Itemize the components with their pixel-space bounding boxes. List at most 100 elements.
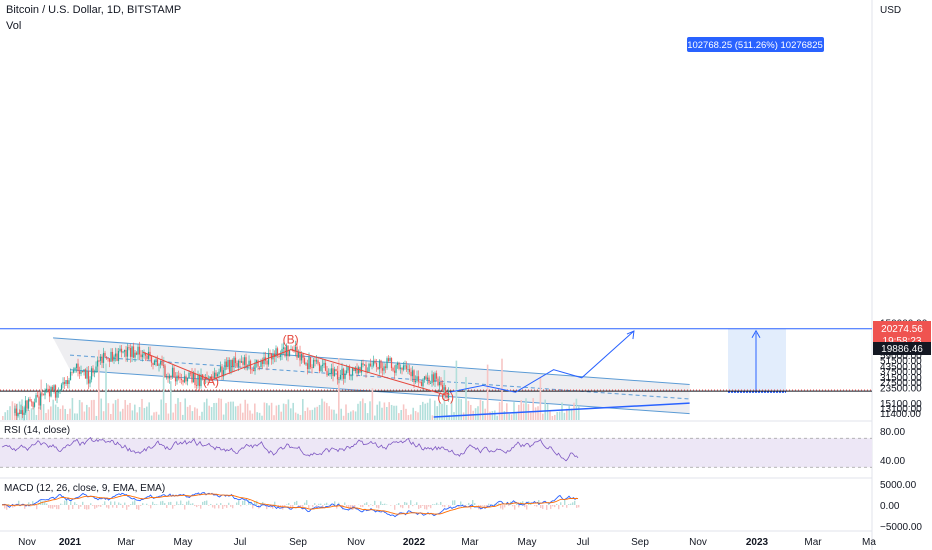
macd-histogram-bar	[524, 505, 526, 508]
volume-bar	[357, 403, 359, 420]
macd-histogram-bar	[564, 500, 566, 505]
volume-bar	[174, 403, 177, 420]
macd-histogram-bar	[422, 505, 424, 506]
macd-histogram-bar	[472, 500, 474, 505]
macd-histogram-bar	[88, 505, 90, 510]
volume-bar	[345, 404, 347, 420]
macd-histogram-bar	[78, 505, 80, 509]
macd-histogram-bar	[426, 505, 428, 510]
macd-histogram-bar	[186, 501, 188, 505]
volume-bar	[465, 376, 467, 420]
volume-bar	[470, 404, 472, 420]
volume-bar	[534, 407, 537, 420]
macd-histogram-bar	[568, 504, 570, 505]
candle-body	[36, 395, 39, 397]
candle-body	[336, 371, 339, 380]
macd-histogram-bar	[304, 502, 306, 505]
volume-bar	[326, 402, 328, 420]
volume-bar	[138, 407, 141, 420]
macd-histogram-bar	[94, 505, 96, 509]
candle-body	[102, 352, 105, 363]
macd-histogram-bar	[364, 503, 366, 505]
candle-body	[147, 351, 150, 359]
macd-histogram-bar	[164, 503, 166, 505]
macd-tick-label: 5000.00	[880, 480, 917, 491]
volume-bar	[102, 411, 105, 420]
price-chart[interactable]: Nov 2021 Mar May Jul Sep Nov 2022 Mar May Jul Sep No…	[0, 0, 932, 550]
candle-body	[116, 353, 118, 361]
candle-body	[18, 412, 21, 414]
candle-body	[180, 378, 183, 381]
volume-bar	[482, 401, 484, 420]
candle-body	[407, 369, 409, 370]
candle-body	[74, 367, 76, 370]
macd-histogram-bar	[176, 501, 178, 505]
macd-histogram-bar	[210, 503, 212, 505]
macd-histogram-bar	[220, 503, 222, 505]
candle-body	[230, 360, 232, 372]
candle-body	[363, 364, 366, 366]
volume-bar	[105, 363, 107, 420]
volume-bar	[244, 399, 246, 420]
macd-histogram-bar	[536, 505, 538, 507]
volume-bar	[196, 408, 198, 420]
volume-bar	[86, 404, 88, 420]
macd-histogram-bar	[454, 500, 456, 505]
macd-histogram-bar	[370, 504, 372, 505]
volume-bar	[340, 408, 342, 420]
volume-bar	[2, 415, 4, 420]
macd-histogram-bar	[296, 500, 298, 505]
macd-histogram-bar	[170, 501, 172, 505]
volume-bar	[28, 410, 30, 420]
macd-histogram-bar	[90, 503, 92, 505]
candle-body	[15, 408, 18, 416]
candle-body	[33, 402, 36, 407]
volume-bar	[551, 415, 554, 420]
candle-body	[32, 401, 34, 407]
macd-histogram-bar	[518, 505, 520, 508]
candle-body	[369, 363, 372, 366]
macd-histogram-bar	[384, 503, 386, 505]
candle-body	[168, 375, 171, 379]
macd-histogram-bar	[496, 504, 498, 505]
candle-body	[426, 377, 429, 380]
x-tick-label: 2021	[59, 537, 82, 548]
wave-label: (A)	[203, 374, 219, 388]
candle-body	[338, 379, 340, 380]
candle-body	[152, 362, 154, 365]
volume-bar	[270, 402, 273, 420]
volume-bar	[74, 413, 76, 420]
volume-bar	[467, 400, 470, 420]
volume-bar	[446, 404, 448, 420]
candle-body	[153, 360, 156, 365]
macd-histogram-bar	[420, 505, 422, 509]
macd-histogram-bar	[508, 505, 510, 506]
volume-bar	[64, 408, 66, 420]
macd-histogram-bar	[46, 503, 48, 505]
macd-histogram-bar	[146, 503, 148, 505]
candle-body	[233, 357, 235, 367]
x-tick-label: Jul	[234, 537, 247, 548]
candle-body	[440, 381, 442, 386]
macd-histogram-bar	[100, 505, 102, 507]
macd-histogram-bar	[482, 505, 484, 506]
candle-body	[21, 410, 24, 415]
candle-body	[435, 373, 438, 379]
macd-histogram-bar	[378, 505, 380, 509]
volume-bar	[542, 413, 544, 420]
macd-histogram-bar	[86, 505, 88, 510]
candle-body	[150, 356, 153, 363]
volume-bar	[160, 399, 162, 420]
candle-body	[432, 374, 435, 382]
candle-body	[381, 368, 384, 371]
candle-body	[335, 369, 337, 372]
candle-body	[342, 368, 345, 379]
candle-body	[182, 380, 184, 383]
volume-bar	[573, 402, 575, 420]
candle-body	[54, 385, 57, 398]
macd-histogram-bar	[116, 505, 118, 508]
macd-histogram-bar	[500, 505, 502, 509]
candle-body	[383, 366, 385, 371]
macd-histogram-bar	[288, 502, 290, 505]
candle-body	[341, 368, 343, 375]
